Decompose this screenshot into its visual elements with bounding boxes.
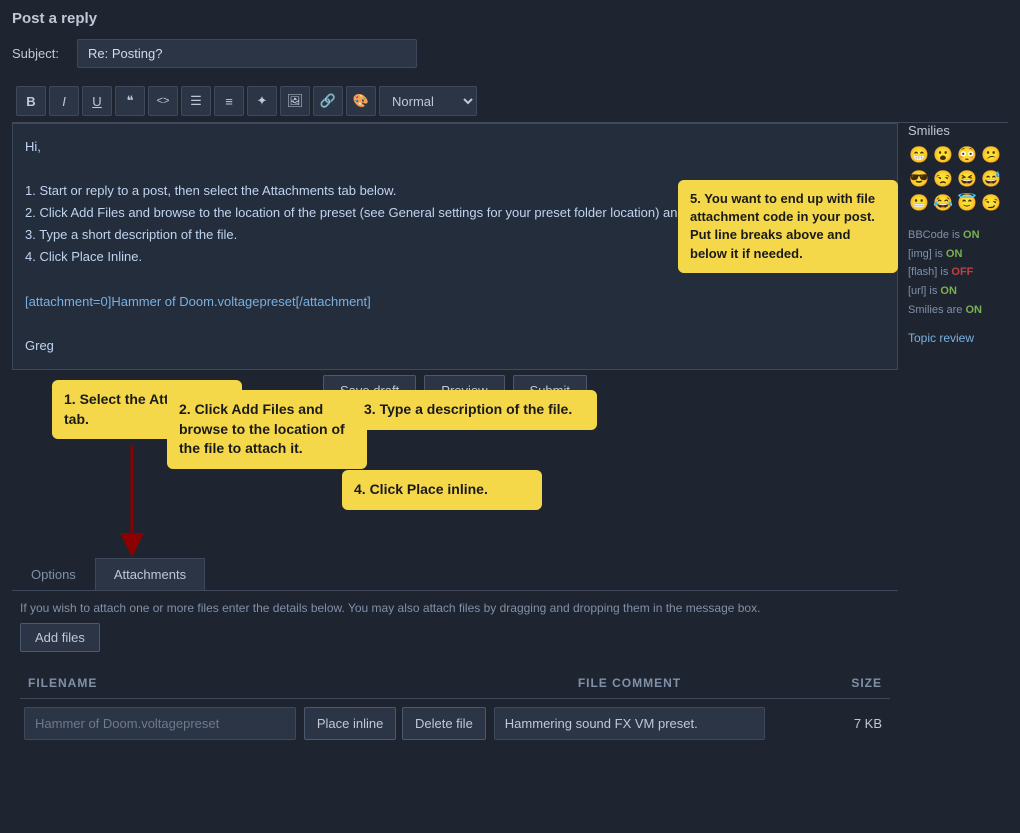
callout-4: 4. Click Place inline. bbox=[342, 470, 542, 510]
file-actions-cell: Place inline Delete file bbox=[300, 698, 490, 748]
file-comment-input[interactable] bbox=[494, 707, 765, 740]
file-comment-header: FILE COMMENT bbox=[490, 668, 769, 699]
place-inline-button[interactable]: Place inline bbox=[304, 707, 397, 740]
smiley-icon[interactable]: 😮 bbox=[932, 144, 954, 166]
bbcode-status: ON bbox=[940, 285, 957, 297]
post-reply-title: Post a reply bbox=[12, 10, 1008, 27]
editor-line-greg: Greg bbox=[25, 335, 885, 357]
arrow-1 bbox=[112, 445, 172, 565]
code-button[interactable]: <> bbox=[148, 86, 178, 116]
callout-region: 1. Select the Attachment tab. 2. Click A… bbox=[12, 370, 898, 550]
smilies-label: Smilies bbox=[908, 123, 1008, 138]
smiley-icon[interactable]: 😁 bbox=[908, 144, 930, 166]
list-ul-button[interactable]: ☰ bbox=[181, 86, 211, 116]
link-button[interactable]: 🔗 bbox=[313, 86, 343, 116]
bold-button[interactable]: B bbox=[16, 86, 46, 116]
tab-options[interactable]: Options bbox=[12, 558, 95, 590]
editor-line-hi: Hi, bbox=[25, 136, 885, 158]
file-name-cell bbox=[20, 698, 300, 748]
smiley-icon[interactable]: 😎 bbox=[908, 168, 930, 190]
bbcode-status: ON bbox=[963, 229, 980, 241]
smilies-grid: 😁😮😳😕 😎😒😆😅 😬😂😇😏 bbox=[908, 144, 1008, 214]
bbcode-item: BBCode is ON bbox=[908, 226, 1008, 245]
smiley-icon[interactable]: 😕 bbox=[980, 144, 1002, 166]
callout-2: 2. Click Add Files and browse to the loc… bbox=[167, 390, 367, 469]
delete-file-button[interactable]: Delete file bbox=[402, 707, 486, 740]
attachments-section: If you wish to attach one or more files … bbox=[12, 591, 898, 758]
editor-toolbar: B I U ❝ <> ☰ ≡ ✦ 🖼 🔗 🎨 Normal Heading 1 … bbox=[12, 80, 1008, 123]
color-button[interactable]: 🎨 bbox=[346, 86, 376, 116]
bbcode-status: ON bbox=[965, 304, 982, 316]
smiley-icon[interactable]: 😇 bbox=[956, 192, 978, 214]
attachments-info: If you wish to attach one or more files … bbox=[20, 601, 890, 615]
subject-input[interactable] bbox=[77, 39, 417, 68]
list-ol-button[interactable]: ≡ bbox=[214, 86, 244, 116]
table-row: Place inline Delete file 7 KB bbox=[20, 698, 890, 748]
attachment-code: [attachment=0]Hammer of Doom.voltagepres… bbox=[25, 291, 885, 313]
bbcode-item: Smilies are ON bbox=[908, 301, 1008, 320]
smiley-icon[interactable]: 😅 bbox=[980, 168, 1002, 190]
filename-header: FILENAME bbox=[20, 668, 300, 699]
underline-button[interactable]: U bbox=[82, 86, 112, 116]
italic-button[interactable]: I bbox=[49, 86, 79, 116]
file-name-input[interactable] bbox=[24, 707, 296, 740]
subject-row: Subject: bbox=[12, 39, 1008, 68]
smiley-icon[interactable]: 😳 bbox=[956, 144, 978, 166]
quote-button[interactable]: ❝ bbox=[115, 86, 145, 116]
subject-label: Subject: bbox=[12, 46, 67, 61]
editor-section: Hi, 1. Start or reply to a post, then se… bbox=[12, 123, 898, 758]
main-content-area: Hi, 1. Start or reply to a post, then se… bbox=[12, 123, 1008, 758]
smiley-icon[interactable]: 😆 bbox=[956, 168, 978, 190]
callout-5: 5. You want to end up with file attachme… bbox=[678, 180, 898, 273]
smiley-icon[interactable]: 😒 bbox=[932, 168, 954, 190]
bbcode-item: [url] is ON bbox=[908, 282, 1008, 301]
smiley-icon[interactable]: 😏 bbox=[980, 192, 1002, 214]
smiley-icon[interactable]: 😂 bbox=[932, 192, 954, 214]
format-select[interactable]: Normal Heading 1 Heading 2 Heading 3 bbox=[379, 86, 477, 116]
tabs-row: Options Attachments bbox=[12, 558, 898, 591]
bbcode-info: BBCode is ON[img] is ON[flash] is OFF[ur… bbox=[908, 226, 1008, 319]
smiley-icon[interactable]: 😬 bbox=[908, 192, 930, 214]
special-button[interactable]: ✦ bbox=[247, 86, 277, 116]
sidebar: Smilies 😁😮😳😕 😎😒😆😅 😬😂😇😏 BBCode is ON[img] i… bbox=[908, 123, 1008, 758]
bbcode-status: ON bbox=[946, 248, 963, 260]
bbcode-status: OFF bbox=[951, 266, 973, 278]
topic-review-link[interactable]: Topic review bbox=[908, 331, 1008, 345]
actions-header bbox=[300, 668, 490, 699]
tab-attachments[interactable]: Attachments bbox=[95, 558, 205, 590]
file-size-cell: 7 KB bbox=[769, 698, 890, 748]
callout-3: 3. Type a description of the file. bbox=[352, 390, 597, 430]
size-header: SIZE bbox=[769, 668, 890, 699]
file-comment-cell bbox=[490, 698, 769, 748]
image-button[interactable]: 🖼 bbox=[280, 86, 310, 116]
files-table: FILENAME FILE COMMENT SIZE Plac bbox=[20, 668, 890, 748]
bbcode-item: [img] is ON bbox=[908, 245, 1008, 264]
add-files-button[interactable]: Add files bbox=[20, 623, 100, 652]
bbcode-item: [flash] is OFF bbox=[908, 263, 1008, 282]
